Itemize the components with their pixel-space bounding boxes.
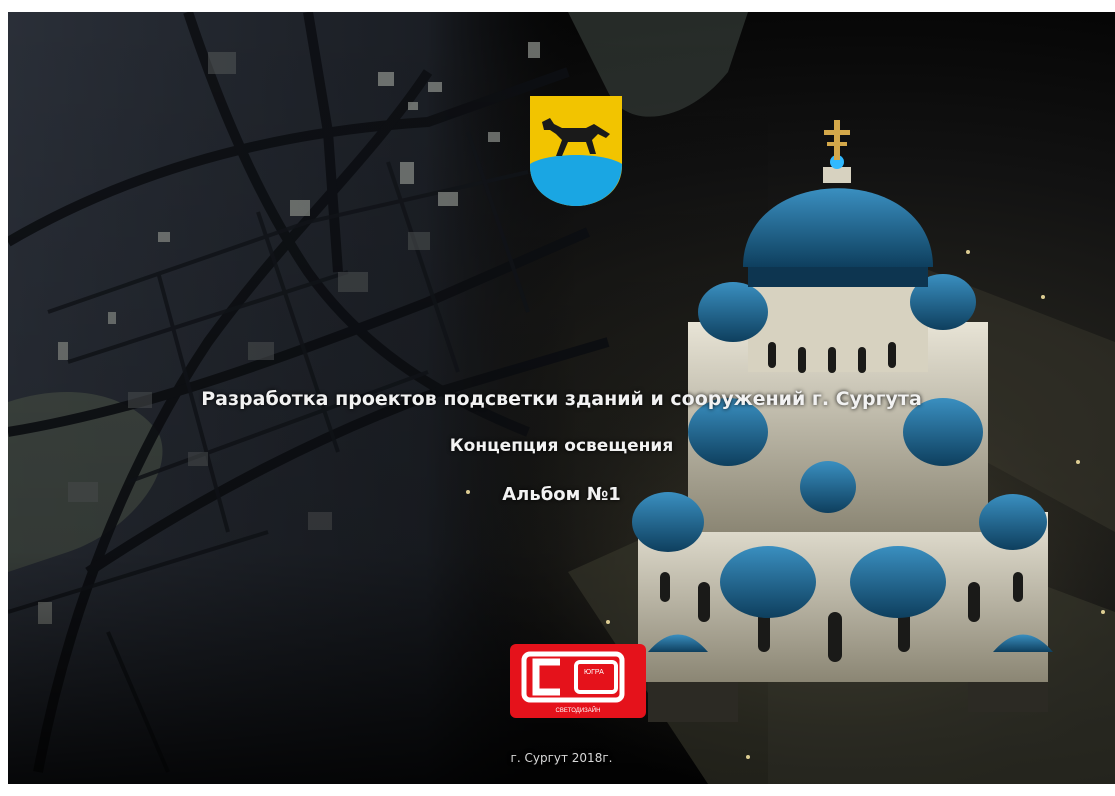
footer-city-year: г. Сургут 2018г. [510,751,613,765]
logo-bottom-text: СВЕТОДИЗАЙН [556,706,601,714]
album-label: Альбом №1 [502,484,621,505]
cover-subtitle: Концепция освещения [449,436,674,456]
coat-of-arms-icon [530,96,622,206]
cover-title: Разработка проектов подсветки зданий и с… [201,388,922,410]
cover-slide: ЮГРА СВЕТОДИЗАЙН Разработка проектов под… [8,12,1115,784]
logo-top-text: ЮГРА [584,669,604,676]
svetodizain-logo-icon: ЮГРА СВЕТОДИЗАЙН [510,644,646,718]
